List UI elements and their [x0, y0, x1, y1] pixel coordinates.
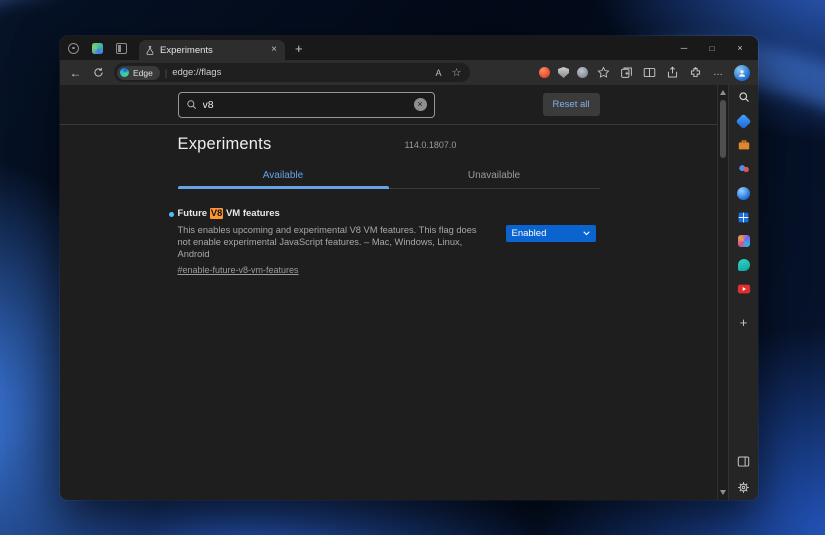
sidebar-bottom-group	[736, 453, 752, 495]
tab-unavailable-label: Unavailable	[467, 170, 521, 181]
maximize-button[interactable]: □	[698, 36, 726, 60]
page-title: Experiments	[177, 135, 272, 153]
page-scrollbar[interactable]	[717, 85, 728, 500]
minimize-button[interactable]: ─	[670, 36, 698, 60]
tabstrip-left-icons	[68, 42, 127, 54]
flags-tabs: Available Unavailable	[177, 164, 600, 189]
back-button[interactable]: ←	[68, 67, 83, 79]
edge-sidebar: +	[728, 85, 758, 500]
profile-avatar[interactable]	[734, 64, 750, 81]
collections-icon[interactable]	[619, 65, 634, 80]
more-menu-icon[interactable]: …	[711, 65, 726, 80]
modified-flag-dot	[168, 212, 174, 217]
flags-search-row: × Reset all	[60, 85, 717, 125]
extension-globe-icon[interactable]	[577, 67, 588, 78]
active-tab[interactable]: Experiments ×	[139, 40, 285, 60]
tab-unavailable[interactable]: Unavailable	[389, 164, 600, 188]
tab-available-label: Available	[262, 170, 304, 181]
scroll-down-arrow-icon[interactable]	[720, 490, 726, 495]
flag-value-label: Enabled	[511, 228, 547, 239]
new-tab-button[interactable]: +	[295, 42, 303, 55]
sidebar-settings-gear-icon[interactable]	[736, 479, 752, 495]
sidebar-video-icon[interactable]	[736, 281, 752, 297]
extension-red-icon[interactable]	[539, 67, 550, 78]
sidebar-briefcase-icon[interactable]	[736, 137, 752, 153]
browser-version: 114.0.1807.0	[404, 140, 457, 150]
window-controls: ─ □ ×	[670, 36, 754, 60]
sidebar-shopping-icon[interactable]	[735, 113, 752, 129]
flags-page: × Reset all Experiments 114.0.1807.0 Ava…	[60, 85, 717, 500]
add-favorite-star-icon[interactable]: ☆	[450, 66, 463, 79]
flags-search-input[interactable]	[202, 98, 408, 111]
flags-content: Experiments 114.0.1807.0 Available Unava…	[60, 125, 717, 500]
address-separator: |	[164, 67, 168, 78]
vertical-tabs-icon[interactable]	[116, 42, 127, 54]
edge-logo-icon	[120, 68, 129, 77]
scroll-up-arrow-icon[interactable]	[720, 90, 726, 95]
split-screen-icon[interactable]	[642, 65, 657, 80]
sidebar-people-icon[interactable]	[736, 161, 752, 177]
tab-available[interactable]: Available	[177, 164, 389, 189]
tab-title: Experiments	[160, 44, 213, 56]
search-match-highlight: V8	[209, 208, 224, 219]
tab-close-button[interactable]: ×	[268, 44, 280, 56]
sidebar-pen-icon[interactable]	[736, 233, 752, 249]
flag-description: This enables upcoming and experimental V…	[177, 225, 477, 260]
brand-label: Edge	[133, 67, 153, 78]
beaker-favicon-icon	[145, 45, 155, 56]
sidebar-grid-icon[interactable]	[736, 209, 752, 225]
site-brand-badge[interactable]: Edge	[117, 65, 160, 80]
refresh-button[interactable]	[91, 67, 106, 78]
browser-task-icon[interactable]	[68, 42, 79, 54]
flag-name: Future V8 VM features	[178, 208, 600, 220]
clear-search-button[interactable]: ×	[413, 98, 427, 111]
scrollbar-thumb[interactable]	[720, 100, 726, 158]
search-icon	[186, 99, 197, 110]
sidebar-sphere-icon[interactable]	[736, 185, 752, 201]
tab-strip: Experiments × + ─ □ ×	[60, 36, 758, 60]
sidebar-drop-icon[interactable]	[736, 257, 752, 273]
sidebar-search-icon[interactable]	[736, 89, 752, 105]
sidebar-add-button[interactable]: +	[740, 316, 748, 329]
flag-name-text: Future	[177, 208, 210, 219]
reset-all-button[interactable]: Reset all	[542, 93, 600, 116]
extensions-puzzle-icon[interactable]	[688, 65, 703, 80]
address-bar[interactable]: Edge | edge://flags A ☆	[114, 63, 470, 82]
share-icon[interactable]	[665, 65, 680, 80]
close-button[interactable]: ×	[726, 36, 754, 60]
flag-permalink[interactable]: #enable-future-v8-vm-features	[178, 265, 299, 275]
desktop-wallpaper: Experiments × + ─ □ × ← Edge | edge://fl…	[0, 0, 825, 535]
flag-name-text: VM features	[223, 208, 280, 219]
browser-toolbar: ← Edge | edge://flags A ☆ …	[60, 60, 758, 85]
flag-entry: Future V8 VM features This enables upcom…	[168, 208, 600, 278]
sidebar-panel-icon[interactable]	[736, 453, 752, 469]
flag-value-select[interactable]: Enabled	[505, 225, 596, 242]
browser-window: Experiments × + ─ □ × ← Edge | edge://fl…	[60, 36, 758, 500]
chevron-down-icon	[582, 231, 590, 236]
favorites-icon[interactable]	[596, 65, 611, 80]
workspaces-icon[interactable]	[92, 42, 103, 54]
extension-shield-icon[interactable]	[558, 67, 569, 78]
window-body: × Reset all Experiments 114.0.1807.0 Ava…	[60, 85, 758, 500]
read-aloud-icon[interactable]: A	[432, 68, 445, 78]
flags-search-box[interactable]: ×	[177, 91, 435, 118]
url-text[interactable]: edge://flags	[172, 67, 427, 78]
